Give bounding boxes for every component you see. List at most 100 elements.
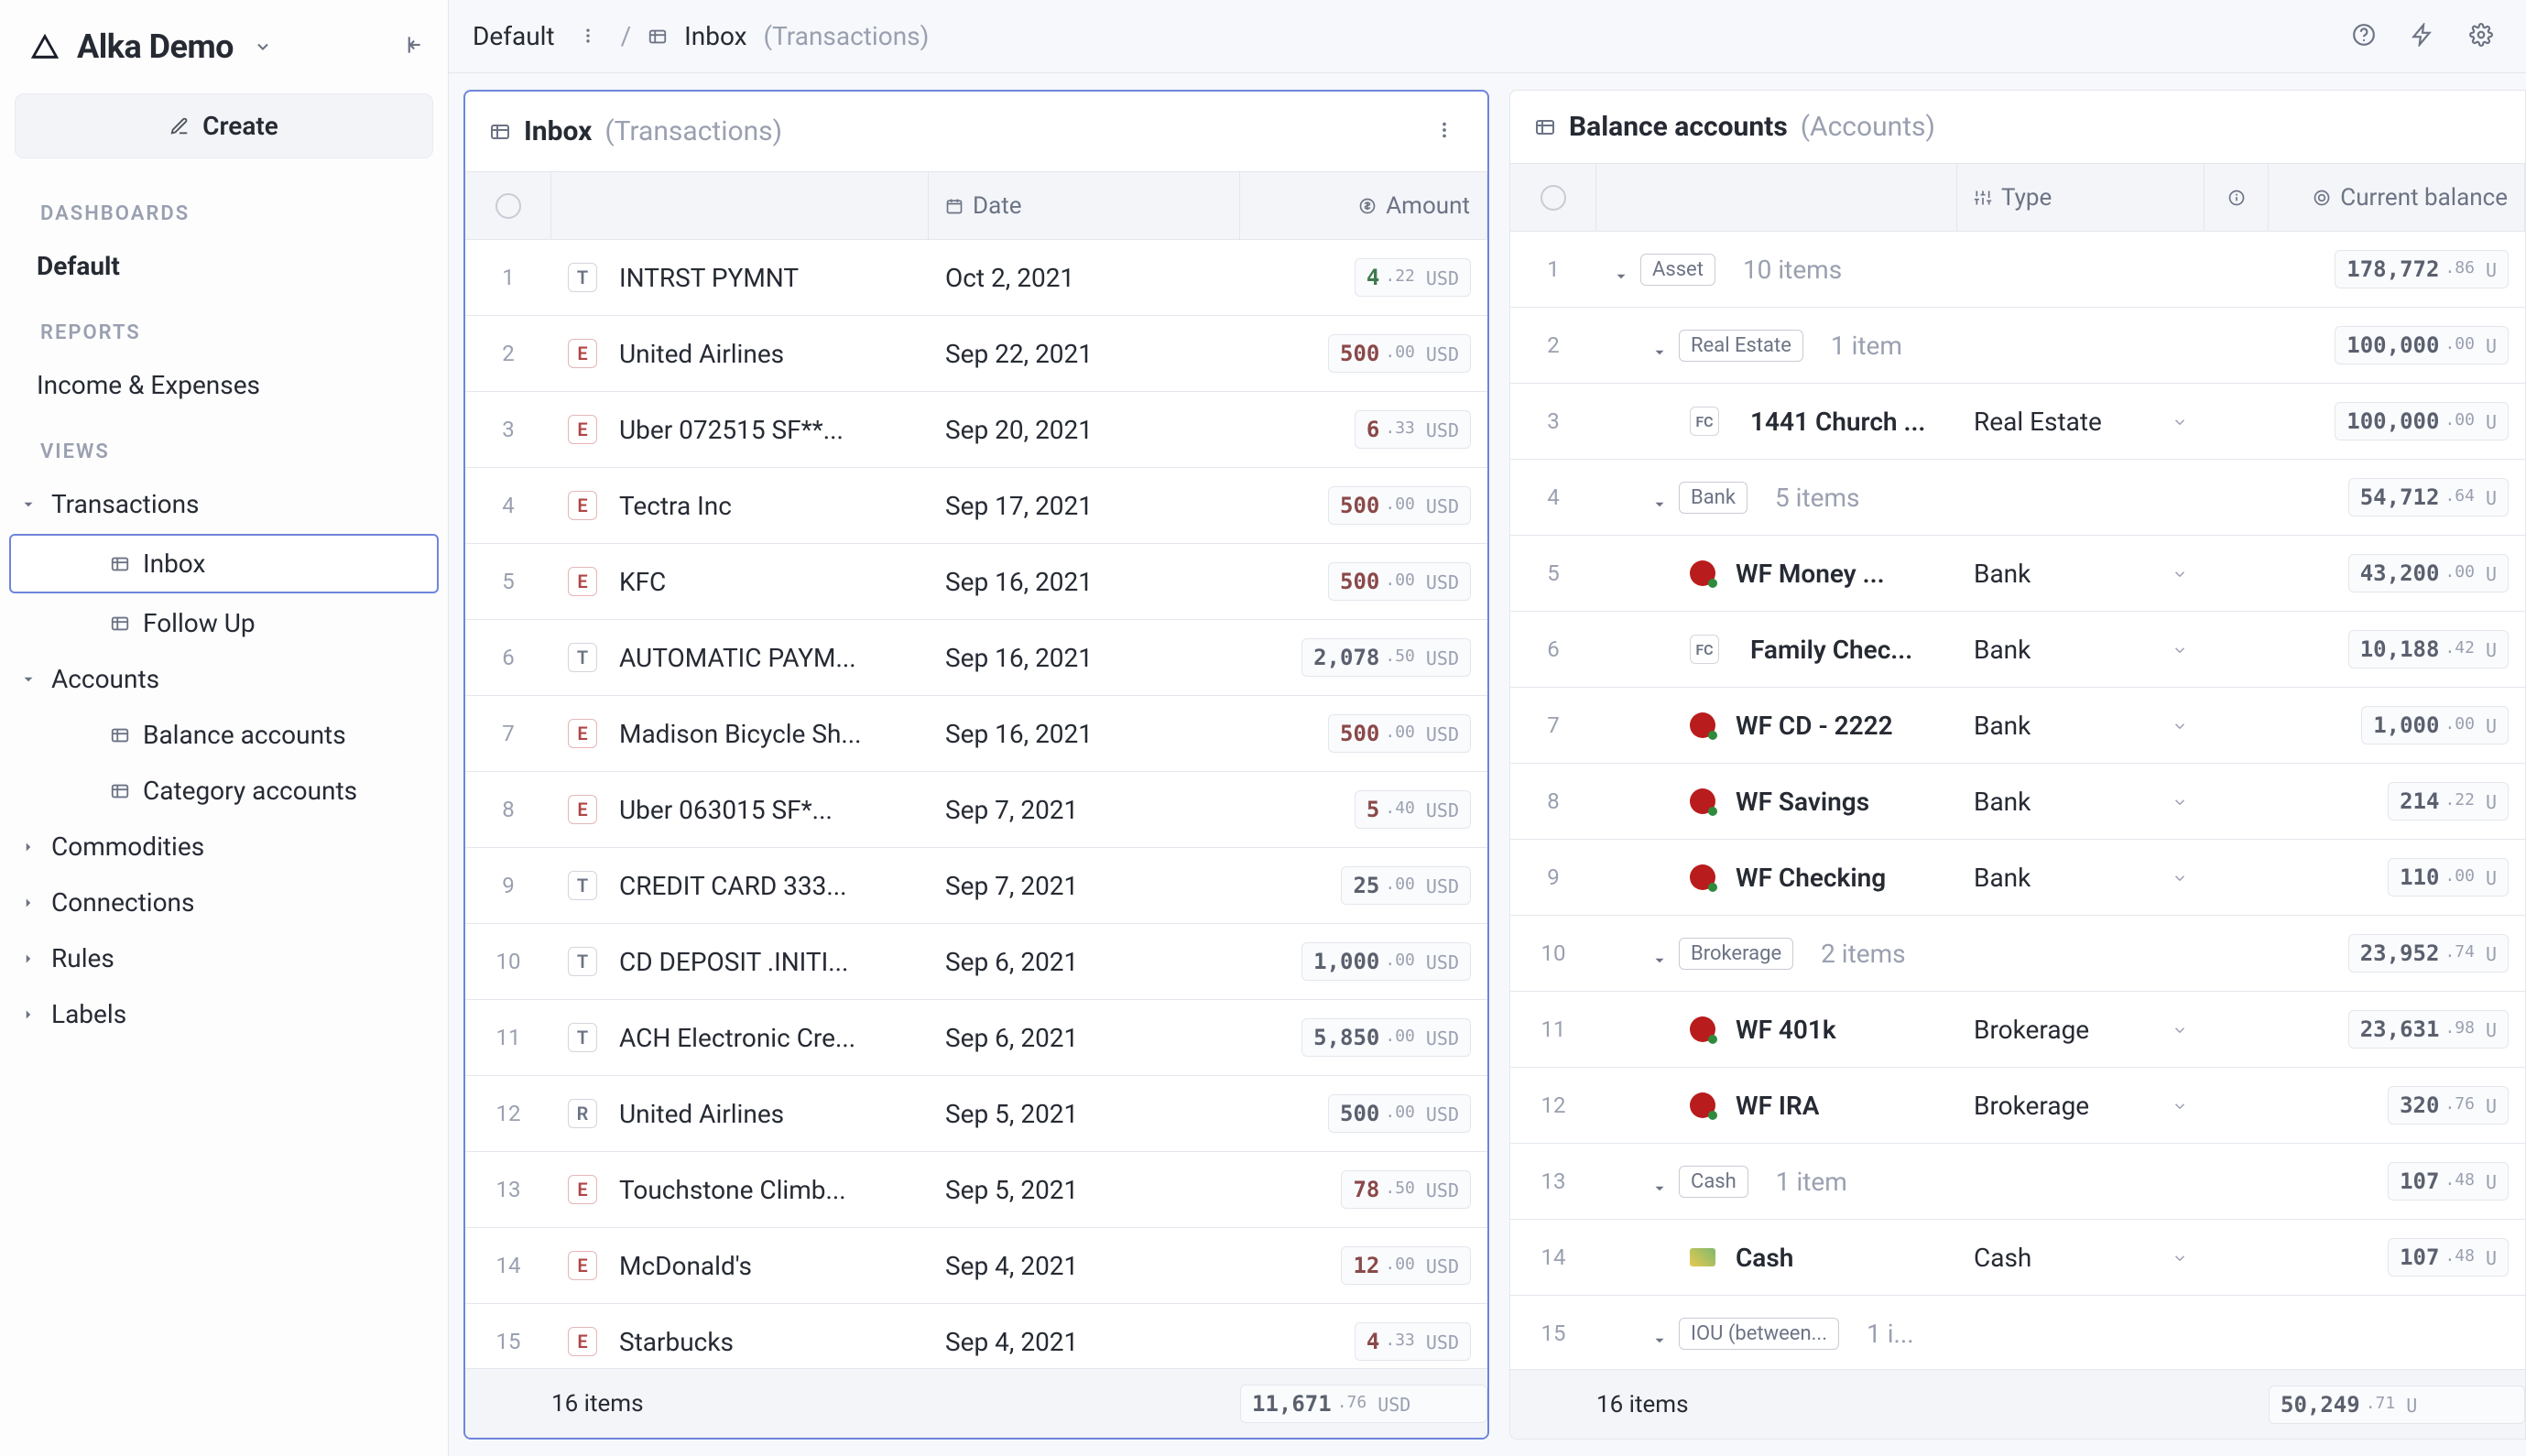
sidebar-item-income-expenses[interactable]: Income & Expenses: [0, 357, 448, 413]
table-row[interactable]: 15IOU (between...1 i...: [1510, 1296, 2525, 1369]
col-balance[interactable]: Current balance: [2269, 164, 2525, 231]
table-row[interactable]: 9TCREDIT CARD 333...Sep 7, 202125.00USD: [465, 848, 1487, 924]
section-dashboards-label: DASHBOARDS: [0, 175, 448, 238]
chevron-down-icon[interactable]: [2172, 635, 2188, 665]
sidebar-item-transactions[interactable]: Transactions: [0, 476, 448, 532]
table-row[interactable]: 15EStarbucksSep 4, 20214.33USD: [465, 1304, 1487, 1368]
sidebar-item-balance-accounts[interactable]: Balance accounts: [0, 707, 448, 763]
table-row[interactable]: 1TINTRST PYMNTOct 2, 20214.22USD: [465, 240, 1487, 316]
topbar: Default / Inbox (Transactions): [449, 0, 2526, 73]
table-row[interactable]: 10Brokerage2 items23,952.74U: [1510, 916, 2525, 992]
table-row[interactable]: 12WF IRABrokerage320.76U: [1510, 1068, 2525, 1144]
inbox-column-headers: Date Amount: [465, 172, 1487, 240]
table-icon: [648, 27, 668, 47]
table-row[interactable]: 3EUber 072515 SF**...Sep 20, 20216.33USD: [465, 392, 1487, 468]
txn-type-badge: E: [568, 1327, 597, 1356]
txn-name: McDonald's: [619, 1251, 752, 1281]
txn-name: AUTOMATIC PAYM...: [619, 643, 856, 673]
chevron-down-icon[interactable]: [2172, 1015, 2188, 1045]
help-button[interactable]: [2343, 16, 2385, 58]
txn-type-badge: E: [568, 795, 597, 824]
settings-button[interactable]: [2460, 16, 2502, 58]
table-row[interactable]: 4Bank5 items54,712.64U: [1510, 460, 2525, 536]
table-row[interactable]: 7EMadison Bicycle Sh...Sep 16, 2021500.0…: [465, 696, 1487, 772]
select-all-checkbox[interactable]: [465, 172, 551, 239]
chevron-down-icon[interactable]: [2172, 1091, 2188, 1121]
table-row[interactable]: 3FC1441 Church ...Real Estate100,000.00U: [1510, 384, 2525, 460]
breadcrumb-root[interactable]: Default: [473, 21, 555, 51]
chevron-down-icon[interactable]: [2172, 711, 2188, 741]
table-row[interactable]: 7WF CD - 2222Bank1,000.00U: [1510, 688, 2525, 764]
txn-date: Sep 5, 2021: [929, 1076, 1240, 1151]
sidebar-item-rules[interactable]: Rules: [0, 930, 448, 986]
collapse-sidebar-button[interactable]: [400, 33, 424, 60]
chevron-down-icon[interactable]: [2172, 1243, 2188, 1273]
chevron-down-icon[interactable]: [2172, 787, 2188, 817]
disclosure-triangle-icon[interactable]: [1651, 1173, 1668, 1190]
col-info[interactable]: [2205, 164, 2269, 231]
table-row[interactable]: 5WF Money ...Bank43,200.00U: [1510, 536, 2525, 612]
table-icon: [1534, 116, 1556, 138]
table-row[interactable]: 11TACH Electronic Cre...Sep 6, 20215,850…: [465, 1000, 1487, 1076]
account-balance: 100,000.00U: [2335, 402, 2509, 440]
table-row[interactable]: 14EMcDonald'sSep 4, 202112.00USD: [465, 1228, 1487, 1304]
panel-inbox: Inbox (Transactions) Date: [463, 90, 1489, 1440]
account-balance: 100,000.00U: [2335, 326, 2509, 364]
sidebar-item-category-accounts[interactable]: Category accounts: [0, 763, 448, 819]
table-icon: [110, 554, 130, 574]
account-name: WF Savings: [1736, 787, 1869, 817]
table-row[interactable]: 13ETouchstone Climb...Sep 5, 202178.50US…: [465, 1152, 1487, 1228]
col-amount[interactable]: Amount: [1240, 172, 1487, 239]
disclosure-triangle-icon[interactable]: [1651, 1325, 1668, 1342]
table-row[interactable]: 8EUber 063015 SF*...Sep 7, 20215.40USD: [465, 772, 1487, 848]
table-row[interactable]: 4ETectra IncSep 17, 2021500.00USD: [465, 468, 1487, 544]
sidebar-item-followup[interactable]: Follow Up: [0, 595, 448, 651]
txn-amount: 5.40USD: [1355, 790, 1471, 829]
sidebar-item-accounts[interactable]: Accounts: [0, 651, 448, 707]
table-row[interactable]: 6TAUTOMATIC PAYM...Sep 16, 20212,078.50U…: [465, 620, 1487, 696]
table-row[interactable]: 14CashCash107.48U: [1510, 1220, 2525, 1296]
group-count: 10 items: [1743, 255, 1842, 285]
table-row[interactable]: 5EKFCSep 16, 2021500.00USD: [465, 544, 1487, 620]
col-type[interactable]: Type: [1957, 164, 2205, 231]
disclosure-triangle-icon[interactable]: [1651, 337, 1668, 353]
txn-type-badge: T: [568, 1023, 597, 1052]
disclosure-triangle-icon[interactable]: [1613, 261, 1629, 277]
sidebar-item-labels[interactable]: Labels: [0, 986, 448, 1042]
table-row[interactable]: 9WF CheckingBank110.00U: [1510, 840, 2525, 916]
sidebar-item-default-dashboard[interactable]: Default: [0, 238, 448, 294]
disclosure-triangle-icon[interactable]: [1651, 489, 1668, 505]
create-button[interactable]: Create: [15, 93, 433, 158]
txn-name: INTRST PYMNT: [619, 263, 799, 293]
disclosure-triangle-icon[interactable]: [1651, 945, 1668, 962]
account-name: WF Checking: [1736, 863, 1886, 893]
sidebar-item-inbox[interactable]: Inbox: [9, 534, 439, 593]
table-row[interactable]: 11WF 401kBrokerage23,631.98U: [1510, 992, 2525, 1068]
chevron-down-icon[interactable]: [2172, 863, 2188, 893]
table-row[interactable]: 12RUnited AirlinesSep 5, 2021500.00USD: [465, 1076, 1487, 1152]
chevron-down-icon[interactable]: [2172, 407, 2188, 437]
section-reports-label: REPORTS: [0, 294, 448, 357]
quick-actions-button[interactable]: [2401, 16, 2444, 58]
sidebar-item-commodities[interactable]: Commodities: [0, 819, 448, 875]
account-name: WF IRA: [1736, 1091, 1819, 1121]
table-row[interactable]: 10TCD DEPOSIT .INITI...Sep 6, 20211,000.…: [465, 924, 1487, 1000]
table-row[interactable]: 6FCFamily Chec...Bank10,188.42U: [1510, 612, 2525, 688]
more-vertical-icon: [579, 27, 597, 45]
breadcrumb-leaf[interactable]: Inbox: [684, 21, 746, 51]
table-row[interactable]: 2EUnited AirlinesSep 22, 2021500.00USD: [465, 316, 1487, 392]
select-all-checkbox[interactable]: [1510, 164, 1596, 231]
col-date[interactable]: Date: [929, 172, 1240, 239]
currency-icon: [1358, 197, 1377, 215]
table-row[interactable]: 1Asset10 items178,772.86U: [1510, 232, 2525, 308]
table-row[interactable]: 8WF SavingsBank214.22U: [1510, 764, 2525, 840]
sidebar-item-connections[interactable]: Connections: [0, 875, 448, 930]
panel-inbox-menu[interactable]: [1425, 112, 1464, 151]
table-row[interactable]: 2Real Estate1 item100,000.00U: [1510, 308, 2525, 384]
txn-date: Sep 16, 2021: [929, 620, 1240, 695]
txn-amount: 500.00USD: [1328, 486, 1471, 525]
workspace-switcher[interactable]: Alka Demo: [29, 27, 272, 66]
breadcrumb-root-menu[interactable]: [572, 17, 604, 55]
table-row[interactable]: 13Cash1 item107.48U: [1510, 1144, 2525, 1220]
chevron-down-icon[interactable]: [2172, 559, 2188, 589]
